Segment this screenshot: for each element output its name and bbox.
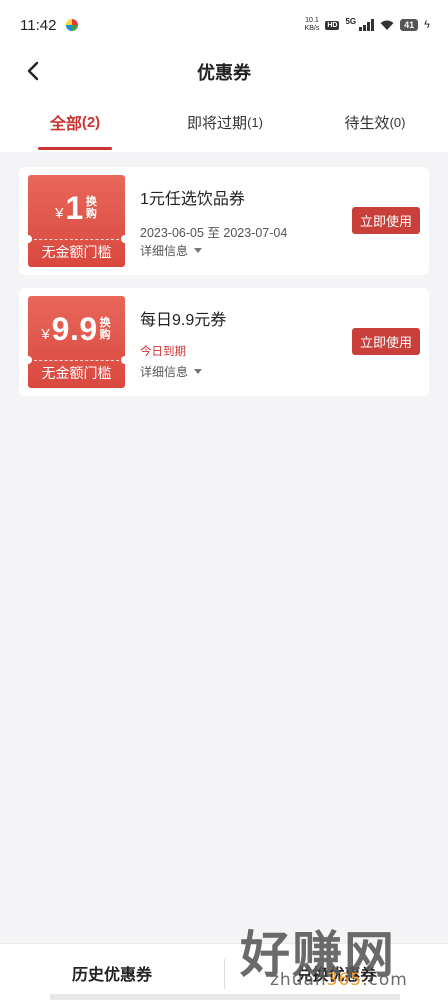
signal-icon bbox=[359, 19, 375, 31]
coupon-card: ¥ 9.9 换购 无金额门槛 每日9.9元券 今日到期 详细信息 立即使用 bbox=[19, 288, 429, 396]
tab-label: 即将过期 bbox=[187, 114, 248, 132]
tab-all[interactable]: 全部 (2) bbox=[30, 92, 120, 152]
coupon-threshold: 无金额门槛 bbox=[41, 244, 112, 260]
coupon-name: 每日9.9元券 bbox=[140, 312, 227, 329]
home-indicator-strip bbox=[50, 994, 400, 1000]
currency-symbol: ¥ bbox=[55, 204, 64, 222]
coupon-validity: 今日到期 bbox=[140, 346, 186, 358]
tab-pending[interactable]: 待生效 (0) bbox=[330, 92, 420, 152]
status-time: 11:42 bbox=[20, 16, 57, 34]
detail-label: 详细信息 bbox=[140, 244, 189, 258]
nav-bar: 优惠券 bbox=[0, 50, 448, 92]
swap-label: 换购 bbox=[85, 196, 97, 220]
tab-label: 全部 bbox=[49, 116, 82, 133]
coupon-amount: 1 bbox=[65, 189, 84, 226]
network-type: 5G bbox=[345, 17, 357, 26]
history-coupons-button[interactable]: 历史优惠券 bbox=[0, 944, 224, 1000]
status-icons: 10.1 KB/s HD 5G 41 ϟ bbox=[305, 17, 430, 33]
coupon-stub: ¥ 1 换购 无金额门槛 bbox=[28, 175, 125, 267]
use-now-button[interactable]: 立即使用 bbox=[352, 328, 420, 355]
coupon-amount: 9.9 bbox=[51, 310, 98, 347]
coupon-name: 1元任选饮品券 bbox=[140, 191, 245, 208]
detail-label: 详细信息 bbox=[140, 365, 189, 379]
caret-down-icon bbox=[194, 248, 203, 253]
perforation-divider bbox=[34, 360, 119, 361]
coupon-detail-toggle[interactable]: 详细信息 bbox=[140, 363, 203, 380]
use-now-button[interactable]: 立即使用 bbox=[352, 207, 420, 234]
bottom-bar: 历史优惠券 兑换优惠券 bbox=[0, 943, 448, 1000]
wifi-icon bbox=[380, 20, 394, 30]
tab-count: (2) bbox=[81, 113, 101, 131]
coupon-threshold: 无金额门槛 bbox=[41, 365, 112, 381]
status-bar: 11:42 10.1 KB/s HD 5G 41 ϟ bbox=[0, 0, 448, 50]
tab-count: (0) bbox=[389, 114, 406, 130]
coupon-detail-toggle[interactable]: 详细信息 bbox=[140, 242, 203, 259]
tab-label: 待生效 bbox=[344, 114, 390, 132]
tab-count: (1) bbox=[247, 114, 263, 130]
network-speed: 10.1 KB/s bbox=[304, 17, 320, 32]
tab-active-indicator bbox=[38, 147, 112, 150]
page-title: 优惠券 bbox=[197, 63, 251, 83]
caret-down-icon bbox=[194, 369, 203, 374]
swap-label: 换购 bbox=[99, 317, 111, 341]
perforation-divider bbox=[34, 239, 119, 240]
app-notification-icon bbox=[66, 19, 79, 31]
hd-icon: HD bbox=[325, 20, 340, 30]
coupon-price: ¥ 9.9 换购 bbox=[28, 304, 125, 354]
tab-bar: 全部 (2) 即将过期 (1) 待生效 (0) bbox=[0, 92, 448, 152]
coupon-card: ¥ 1 换购 无金额门槛 1元任选饮品券 2023-06-05 至 2023-0… bbox=[19, 167, 429, 275]
coupon-validity: 2023-06-05 至 2023-07-04 bbox=[140, 226, 288, 240]
coupon-stub: ¥ 9.9 换购 无金额门槛 bbox=[28, 296, 125, 388]
tab-expiring[interactable]: 即将过期 (1) bbox=[175, 92, 275, 152]
currency-symbol: ¥ bbox=[41, 325, 50, 343]
bolt-icon: ϟ bbox=[424, 19, 430, 31]
redeem-coupon-button[interactable]: 兑换优惠券 bbox=[225, 944, 448, 1000]
coupon-price: ¥ 1 换购 bbox=[28, 183, 125, 233]
battery-icon: 41 bbox=[400, 19, 419, 31]
